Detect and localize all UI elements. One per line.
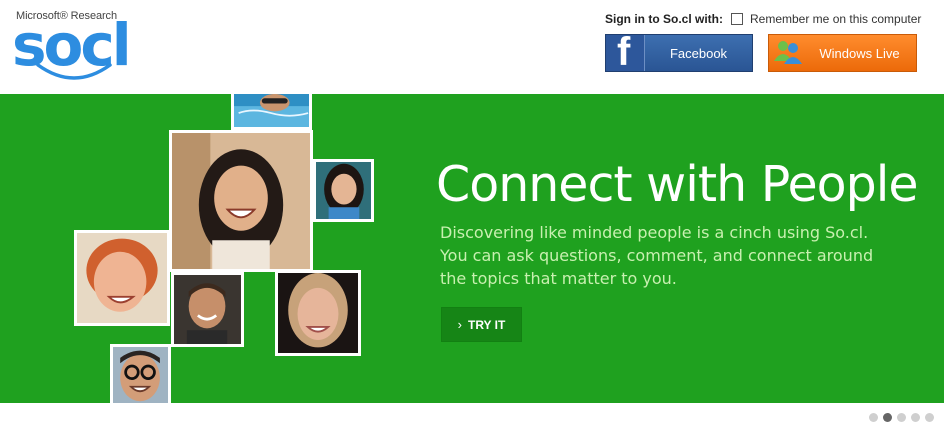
remember-me-checkbox[interactable] <box>731 13 743 25</box>
try-it-label: TRY IT <box>468 317 506 332</box>
hero-banner: Connect with People Discovering like min… <box>0 94 944 403</box>
member-photo-man-smiling[interactable] <box>171 272 244 347</box>
try-it-button[interactable]: › TRY IT <box>441 307 522 342</box>
hero-description: Discovering like minded people is a cinc… <box>440 223 874 288</box>
carousel-pager <box>869 413 934 422</box>
windows-live-messenger-icon <box>769 35 809 71</box>
remember-me[interactable]: Remember me on this computer <box>731 12 921 26</box>
remember-me-label: Remember me on this computer <box>750 12 922 26</box>
header: Microsoft® Research socl Sign in to So.c… <box>0 0 944 94</box>
socl-logo[interactable]: Microsoft® Research socl <box>12 9 154 85</box>
member-photo-man-glasses[interactable] <box>110 344 171 403</box>
windows-live-button-label: Windows Live <box>819 45 900 61</box>
signin-label: Sign in to So.cl with: <box>605 12 723 26</box>
windows-live-signin-button[interactable]: Windows Live <box>768 34 917 72</box>
hero-title: Connect with People <box>436 156 919 213</box>
member-photo-swimmer[interactable] <box>231 94 312 130</box>
facebook-button-label: Facebook <box>669 45 728 61</box>
chevron-right-icon: › <box>457 317 462 332</box>
carousel-dot-4[interactable] <box>911 413 920 422</box>
logo-smile-icon <box>36 63 112 80</box>
member-photo-woman-smiling[interactable] <box>313 159 374 222</box>
member-photo-redhead-woman[interactable] <box>74 230 170 326</box>
carousel-dot-2[interactable] <box>883 413 892 422</box>
carousel-dot-5[interactable] <box>925 413 934 422</box>
carousel-dot-3[interactable] <box>897 413 906 422</box>
carousel-dot-1[interactable] <box>869 413 878 422</box>
member-photo-blonde-woman[interactable] <box>275 270 361 356</box>
facebook-signin-button[interactable]: f Facebook <box>605 32 753 72</box>
member-photo-woman-laughing[interactable] <box>169 130 313 272</box>
facebook-icon: f <box>606 32 645 72</box>
